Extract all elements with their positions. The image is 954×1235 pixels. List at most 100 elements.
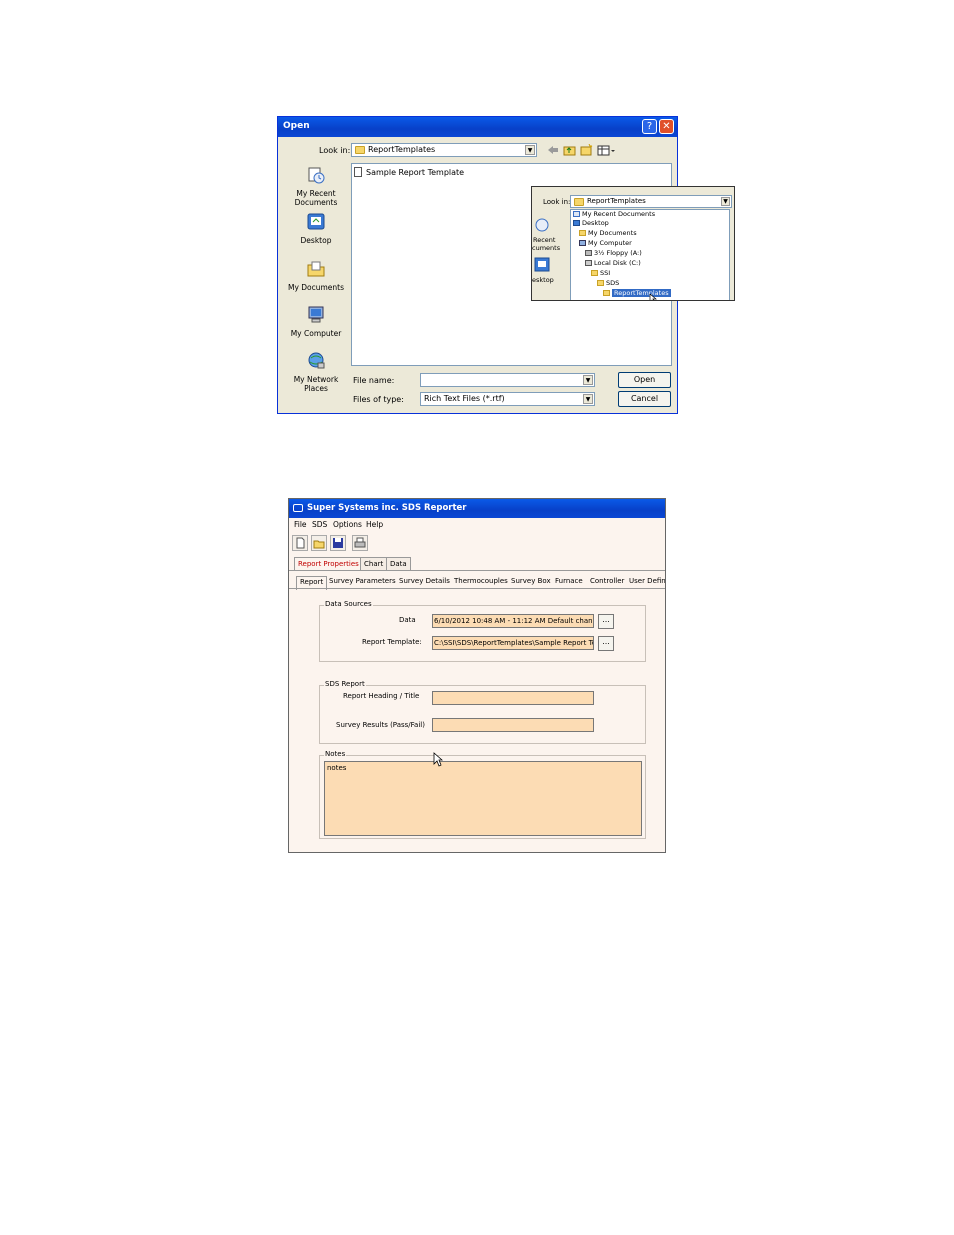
views-menu-icon[interactable] — [597, 145, 615, 156]
hard-disk-icon — [585, 260, 592, 266]
tree-item-floppy[interactable]: 3½ Floppy (A:) — [585, 249, 642, 258]
save-icon — [333, 538, 343, 548]
survey-results-input[interactable] — [432, 718, 594, 732]
mouse-pointer-icon — [433, 752, 443, 767]
place-network-places[interactable]: My Network Places — [284, 351, 348, 393]
my-documents-icon — [579, 230, 586, 236]
tree-label: SDS — [606, 279, 620, 287]
places-bar: My Recent Documents Desktop My Documents… — [284, 157, 348, 407]
recent-documents-icon — [535, 218, 549, 232]
cancel-button[interactable]: Cancel — [618, 391, 671, 407]
report-heading-label: Report Heading / Title — [343, 692, 420, 700]
look-in-combo[interactable]: ReportTemplates ▼ — [351, 143, 537, 157]
look-in-combo[interactable]: ReportTemplates ▼ — [570, 195, 732, 208]
tree-label: SSI — [600, 269, 611, 277]
tree-item-local-disk[interactable]: Local Disk (C:) — [585, 259, 641, 268]
menu-options[interactable]: Options — [333, 520, 362, 529]
menu-help[interactable]: Help — [366, 520, 383, 529]
look-in-value: ReportTemplates — [368, 145, 436, 154]
desktop-icon — [307, 213, 325, 230]
tab-report-properties[interactable]: Report Properties — [294, 557, 363, 570]
tree-item-ssi[interactable]: SSI — [591, 269, 610, 278]
tree-item-desktop[interactable]: Desktop — [573, 219, 609, 228]
place-recent-documents[interactable]: My Recent Documents — [284, 165, 348, 207]
chevron-down-icon[interactable]: ▼ — [525, 145, 535, 155]
data-source-field[interactable]: 6/10/2012 10:48 AM - 11:12 AM Default ch… — [432, 614, 594, 628]
tree-item-my-computer[interactable]: My Computer — [579, 239, 632, 248]
sds-reporter-window: Super Systems inc. SDS Reporter File SDS… — [288, 498, 666, 853]
app-icon — [293, 504, 303, 512]
open-button[interactable]: Open — [618, 372, 671, 388]
tab-data[interactable]: Data — [386, 557, 411, 570]
folder-icon — [574, 198, 584, 206]
place-my-computer[interactable]: My Computer — [284, 305, 348, 338]
tree-label: Local Disk (C:) — [594, 259, 641, 267]
folder-icon — [603, 290, 610, 296]
tree-item-recent[interactable]: My Recent Documents — [573, 210, 655, 219]
group-title: SDS Report — [324, 680, 366, 688]
menu-file[interactable]: File — [294, 520, 307, 529]
group-title: Notes — [324, 750, 347, 758]
notes-textarea[interactable]: notes — [324, 761, 642, 836]
close-button[interactable]: ✕ — [659, 119, 674, 134]
place-my-documents[interactable]: My Documents — [284, 259, 348, 292]
new-button[interactable] — [292, 535, 308, 551]
place-label: Desktop — [300, 236, 332, 245]
tree-label: My Computer — [588, 239, 632, 247]
mouse-pointer-icon — [649, 294, 657, 300]
new-icon — [296, 537, 305, 549]
chevron-down-icon[interactable]: ▼ — [583, 375, 593, 385]
chevron-down-icon[interactable]: ▼ — [721, 197, 730, 206]
file-name: Sample Report Template — [366, 168, 465, 177]
menu-sds[interactable]: SDS — [312, 520, 327, 529]
window-title: Super Systems inc. SDS Reporter — [307, 503, 467, 513]
chevron-down-icon[interactable]: ▼ — [583, 394, 593, 404]
rtf-document-icon — [354, 167, 362, 177]
print-button[interactable] — [352, 535, 368, 551]
place-label: My Recent Documents — [294, 189, 338, 207]
browse-template-button[interactable]: ... — [598, 636, 614, 651]
file-name-input[interactable]: ▼ — [420, 373, 595, 387]
desktop-icon — [534, 257, 550, 272]
look-in-tree[interactable]: My Recent Documents Desktop My Documents… — [570, 209, 730, 300]
file-name-label: File name: — [353, 376, 395, 385]
partial-place-label: Recent — [533, 236, 556, 244]
tree-label: My Recent Documents — [582, 210, 656, 218]
files-of-type-select[interactable]: Rich Text Files (*.rtf) ▼ — [420, 392, 595, 406]
report-heading-input[interactable] — [432, 691, 594, 705]
tree-item-sds[interactable]: SDS — [597, 279, 619, 288]
tree-item-my-documents[interactable]: My Documents — [579, 229, 637, 238]
reporter-titlebar[interactable]: Super Systems inc. SDS Reporter — [289, 499, 665, 518]
menu-bar: File SDS Options Help — [289, 518, 665, 530]
report-template-field[interactable]: C:\SSI\SDS\ReportTemplates\Sample Report… — [432, 636, 594, 650]
tree-label-selected: ReportTemplates — [612, 289, 671, 297]
report-template-label: Report Template: — [362, 638, 422, 646]
floppy-drive-icon — [585, 250, 592, 256]
navigation-toolbar — [548, 144, 615, 156]
tree-label: My Documents — [588, 229, 637, 237]
print-icon — [354, 537, 366, 548]
tree-item-report-templates[interactable]: ReportTemplates — [603, 289, 671, 298]
place-label: My Network Places — [293, 375, 339, 393]
new-folder-icon[interactable] — [580, 144, 593, 156]
browse-data-button[interactable]: ... — [598, 614, 614, 629]
place-desktop[interactable]: Desktop — [284, 212, 348, 245]
my-computer-icon — [308, 306, 324, 323]
help-button[interactable]: ? — [642, 119, 657, 134]
my-documents-icon — [307, 261, 325, 277]
look-in-value: ReportTemplates — [587, 197, 646, 205]
files-of-type-label: Files of type: — [353, 395, 404, 404]
save-button[interactable] — [330, 535, 346, 551]
open-dialog-titlebar[interactable]: Open ? ✕ — [278, 117, 677, 137]
my-computer-icon — [579, 240, 586, 246]
place-label: My Documents — [287, 283, 345, 292]
recent-documents-icon — [308, 167, 325, 184]
folder-icon — [591, 270, 598, 276]
look-in-label: Look in: — [543, 198, 571, 206]
tab-chart[interactable]: Chart — [360, 557, 388, 570]
back-icon[interactable] — [548, 146, 558, 154]
folder-icon — [355, 146, 365, 154]
open-button[interactable] — [311, 535, 327, 551]
group-title: Data Sources — [324, 600, 373, 608]
up-folder-icon[interactable] — [563, 146, 576, 156]
